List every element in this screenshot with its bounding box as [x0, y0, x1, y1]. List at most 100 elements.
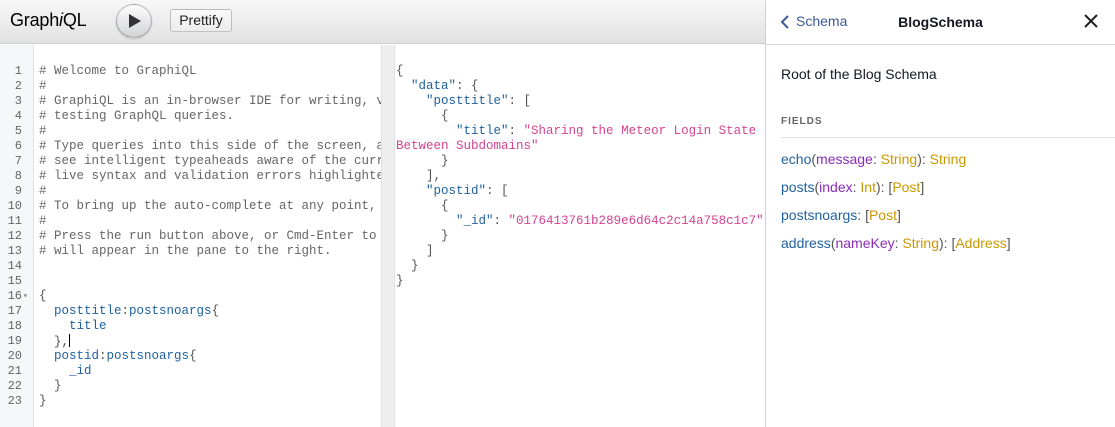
text-cursor	[69, 334, 71, 347]
code-text: # will appear in the pane to the right.	[39, 244, 332, 258]
result-line: "_id": "0176413761b289e6d64c2c14a758c1c7…	[456, 214, 764, 228]
editor-line: 20 postid:postsnoargs{	[0, 349, 382, 364]
colon-token: :	[99, 349, 107, 363]
type-link[interactable]: String	[881, 151, 918, 167]
field-name[interactable]: posts	[781, 179, 814, 195]
json-key: "title"	[456, 124, 509, 138]
query-editor[interactable]: 1 # Welcome to GraphiQL 2 #3 # GraphiQL is a…	[0, 64, 382, 414]
field-posts[interactable]: posts(index: Int): [Post]	[781, 179, 924, 195]
json-string: Between Subdomains"	[396, 139, 539, 153]
field-name[interactable]: echo	[781, 151, 811, 167]
line-number: 22	[7, 379, 22, 393]
doc-explorer-header: Schema BlogSchema	[766, 0, 1115, 45]
line-number: 8	[14, 169, 22, 183]
field-token: postsnoargs	[129, 304, 212, 318]
line-number: 3	[14, 94, 22, 108]
type-link[interactable]: Post	[869, 207, 897, 223]
field-token: posttitle	[54, 304, 122, 318]
code-text: _id	[39, 364, 92, 379]
fold-arrow-icon[interactable]: ▾	[23, 289, 28, 304]
line-number: 21	[7, 364, 22, 378]
bracket: ]	[1006, 235, 1011, 251]
arg-name: nameKey	[835, 235, 895, 251]
run-button[interactable]	[116, 4, 152, 38]
field-token: _id	[69, 364, 92, 378]
line-number: 11	[7, 214, 22, 228]
result-line: Between Subdomains"	[396, 139, 765, 154]
close-icon	[1084, 14, 1098, 28]
editor-line: 3 # GraphiQL is an in-browser IDE for wri…	[0, 94, 382, 109]
type-link[interactable]: String	[902, 235, 939, 251]
line-number: 10	[7, 199, 22, 213]
editor-line: 12 # Press the run button above, or Cmd-E…	[0, 229, 382, 244]
arg-name: index	[819, 179, 853, 195]
field-name[interactable]: postsnoargs	[781, 207, 857, 223]
code-text: posttitle:postsnoargs{	[39, 304, 219, 319]
code-text: # To bring up the auto-complete at any p…	[39, 199, 382, 213]
type-link[interactable]: Int	[860, 179, 876, 195]
editor-line: 10 # To bring up the auto-complete at any…	[0, 199, 382, 214]
pane-divider[interactable]	[381, 45, 395, 427]
colon: :	[872, 151, 881, 167]
toolbar: GraphiQL Prettify	[0, 0, 766, 44]
field-name[interactable]: address	[781, 235, 831, 251]
editor-line: 18 title	[0, 319, 382, 334]
code-text: {	[39, 289, 47, 303]
bracket: ]	[920, 179, 925, 195]
editor-line: 15	[0, 274, 382, 289]
editor-line: 5 #	[0, 124, 382, 139]
type-link[interactable]: Address	[955, 235, 1006, 251]
editor-line: 8 # live syntax and validation errors hig…	[0, 169, 382, 184]
line-number: 7	[14, 154, 22, 168]
editor-line: 14	[0, 259, 382, 274]
result-line: ▾ "posttitle": [	[426, 94, 532, 108]
code-text: #	[39, 184, 47, 198]
field-address[interactable]: address(nameKey: String): [Address]	[781, 235, 1011, 251]
close-doc-button[interactable]	[1084, 14, 1098, 33]
editor-line: 11 #	[0, 214, 382, 229]
line-number: 15	[7, 274, 22, 288]
json-key: "postid"	[426, 184, 487, 198]
line-number: 20	[7, 349, 22, 363]
result-line: "title": "Sharing the Meteor Login State	[456, 124, 757, 138]
arg-name: message	[816, 151, 873, 167]
line-number: 16	[7, 289, 22, 303]
field-token: postsnoargs	[106, 349, 190, 363]
line-number: 18	[7, 319, 22, 333]
field-postsnoargs[interactable]: postsnoargs: [Post]	[781, 207, 901, 223]
field-echo[interactable]: echo(message: String): String	[781, 151, 966, 167]
result-line: }	[396, 274, 404, 288]
editor-line: 22 }	[0, 379, 382, 394]
json-string: "0176413761b289e6d64c2c14a758c1c7"	[508, 214, 764, 228]
code-text: }	[39, 394, 47, 408]
line-number: 12	[7, 229, 22, 243]
editor-line: 19 },	[0, 334, 382, 349]
line-number: 4	[14, 109, 22, 123]
result-line: }	[396, 229, 449, 243]
editor-line: 9 #	[0, 184, 382, 199]
code-text: # Welcome to GraphiQL	[39, 64, 197, 78]
bracket: ]	[896, 207, 901, 223]
code-text: # Type queries into this side of the scr…	[39, 139, 382, 153]
result-line: ],	[396, 169, 442, 183]
prettify-button[interactable]: Prettify	[170, 9, 232, 32]
editor-line: 2 #	[0, 79, 382, 94]
editor-line: 4 # testing GraphQL queries.	[0, 109, 382, 124]
type-link[interactable]: Post	[892, 179, 920, 195]
code-text: # live syntax and validation errors high…	[39, 169, 382, 183]
play-icon	[129, 14, 141, 28]
fields-divider	[781, 137, 1115, 138]
editor-line: 1 # Welcome to GraphiQL	[0, 64, 382, 79]
result-line: ▾{	[396, 64, 404, 78]
code-text: # Press the run button above, or Cmd-Ent…	[39, 229, 382, 243]
code-text: #	[39, 124, 47, 138]
line-number: 14	[7, 259, 22, 273]
editor-line: 21 _id	[0, 364, 382, 379]
line-number: 9	[14, 184, 22, 198]
result-line: ]	[396, 244, 434, 258]
result-line: ▾ "data": {	[411, 79, 479, 93]
type-link[interactable]: String	[930, 151, 967, 167]
editor-line: 17 posttitle:postsnoargs{	[0, 304, 382, 319]
colon-token: :	[121, 304, 130, 318]
editor-line: 13 # will appear in the pane to the right…	[0, 244, 382, 259]
